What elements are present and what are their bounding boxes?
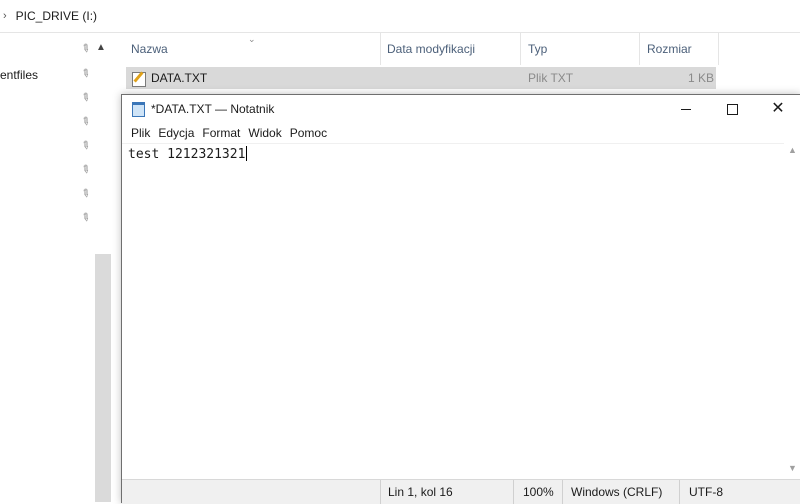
menu-edit[interactable]: Edycja <box>158 126 194 140</box>
text-file-icon <box>131 70 146 87</box>
status-separator <box>679 480 680 504</box>
breadcrumb-drive[interactable]: PIC_DRIVE (I:) <box>16 9 97 23</box>
nav-scroll-up-icon[interactable]: ▲ <box>96 42 106 53</box>
file-size: 1 KB <box>688 71 715 85</box>
column-header-size[interactable]: Rozmiar <box>647 33 692 65</box>
editor-vertical-scrollbar[interactable]: ▲ ▼ <box>784 143 800 479</box>
notepad-window[interactable]: *DATA.TXT — Notatnik ✕ Plik Edycja Forma… <box>121 94 800 504</box>
close-icon: ✕ <box>771 100 785 117</box>
text-editor[interactable]: test 1212321321 <box>122 143 784 480</box>
file-name: DATA.TXT <box>151 71 208 85</box>
status-bar: Lin 1, kol 16 100% Windows (CRLF) UTF-8 <box>122 479 800 504</box>
column-separator[interactable] <box>380 33 381 65</box>
nav-scrollbar-thumb[interactable] <box>95 254 111 502</box>
status-zoom: 100% <box>523 485 554 499</box>
menu-format[interactable]: Format <box>202 126 240 140</box>
column-separator[interactable] <box>520 33 521 65</box>
minimize-icon <box>681 108 691 110</box>
menu-file[interactable]: Plik <box>131 126 150 140</box>
minimize-button[interactable] <box>663 95 709 123</box>
column-separator[interactable] <box>639 33 640 65</box>
file-type: Plik TXT <box>528 71 574 85</box>
status-separator <box>380 480 381 504</box>
notepad-icon[interactable] <box>131 102 145 117</box>
status-separator <box>562 480 563 504</box>
maximize-button[interactable] <box>709 95 755 123</box>
status-cursor-position: Lin 1, kol 16 <box>388 485 453 499</box>
nav-item-label[interactable]: entfiles <box>0 68 38 82</box>
scroll-down-icon[interactable]: ▼ <box>788 463 797 473</box>
sort-chevron-icon: ⌄ <box>248 34 256 44</box>
chevron-right-icon[interactable]: › <box>3 10 7 22</box>
window-title: *DATA.TXT — Notatnik <box>151 102 275 116</box>
scroll-up-icon[interactable]: ▲ <box>788 145 797 155</box>
text-caret <box>246 146 248 161</box>
file-row[interactable]: DATA.TXT Plik TXT 1 KB <box>126 67 716 89</box>
column-header-type[interactable]: Typ <box>528 33 547 65</box>
maximize-icon <box>726 103 738 115</box>
column-separator[interactable] <box>718 33 719 65</box>
address-breadcrumb[interactable]: › PIC_DRIVE (I:) <box>0 0 800 33</box>
close-button[interactable]: ✕ <box>755 95 800 123</box>
menu-view[interactable]: Widok <box>248 126 281 140</box>
status-separator <box>513 480 514 504</box>
title-bar[interactable]: *DATA.TXT — Notatnik ✕ <box>122 95 800 123</box>
menu-help[interactable]: Pomoc <box>290 126 327 140</box>
status-line-ending: Windows (CRLF) <box>571 485 663 499</box>
column-header-name[interactable]: Nazwa <box>131 33 168 65</box>
status-encoding: UTF-8 <box>689 485 723 499</box>
editor-content[interactable]: test 1212321321 <box>128 147 245 162</box>
column-header-modified[interactable]: Data modyfikacji <box>387 33 475 65</box>
menu-bar: Plik Edycja Format Widok Pomoc <box>122 123 800 143</box>
